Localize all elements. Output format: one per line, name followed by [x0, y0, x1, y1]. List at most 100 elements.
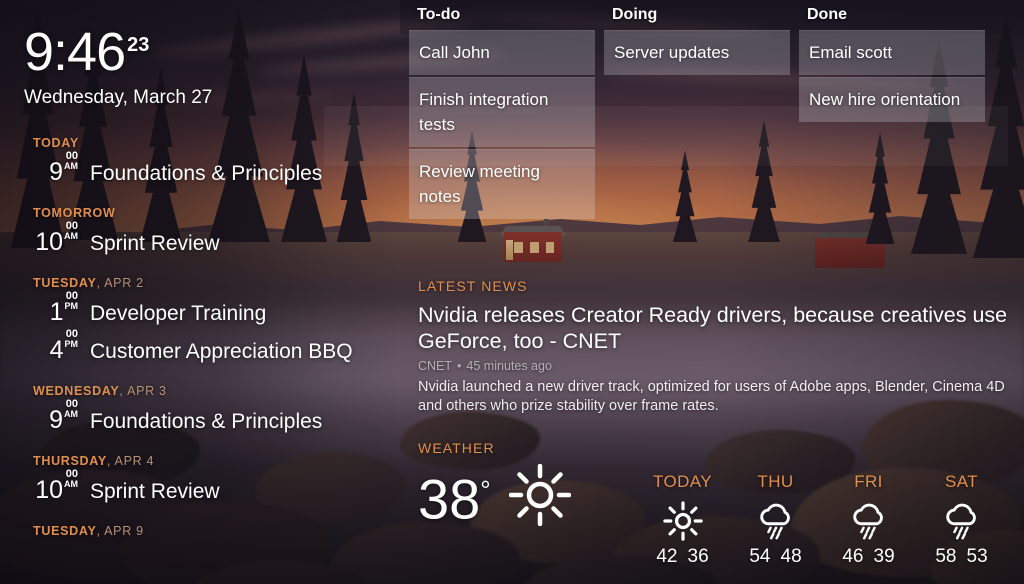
agenda-day-group: TUESDAY, APR 9	[0, 516, 400, 544]
clock-widget: 9:46 23 Wednesday, March 27	[24, 18, 212, 109]
weather-current-temp: 38°	[418, 462, 491, 528]
agenda-day-name: TOMORROW	[33, 206, 116, 220]
weather-low: 48	[780, 546, 802, 567]
weather-day-name: THU	[757, 472, 794, 491]
kanban-card[interactable]: Review meeting notes	[409, 149, 595, 219]
agenda-event-ampm: AM	[64, 409, 78, 419]
news-widget[interactable]: LATEST NEWS Nvidia releases Creator Read…	[418, 278, 1008, 416]
agenda-event-minutes: 00	[65, 328, 78, 340]
agenda-event-minutes-ampm: 00 AM	[64, 468, 78, 490]
agenda-day-group: TOMORROW 10 00 AM Sprint Review	[0, 198, 400, 264]
agenda-day-group: WEDNESDAY, APR 3 9 00 AM Foundations & Princ…	[0, 376, 400, 442]
agenda-event-minutes: 00	[65, 290, 78, 302]
agenda-event-title: Foundations & Principles	[90, 410, 323, 433]
clock-time: 9:46 23	[24, 18, 212, 79]
agenda-event-time: 9 00 AM	[0, 399, 78, 435]
agenda-event[interactable]: 10 00 AM Sprint Review	[0, 469, 400, 512]
kanban-column: Done Email scott New hire orientation	[799, 6, 985, 221]
agenda-event-title: Sprint Review	[90, 480, 220, 503]
agenda-event-hour: 1	[49, 298, 64, 326]
agenda-event[interactable]: 10 00 AM Sprint Review	[0, 221, 400, 264]
kanban-card[interactable]: New hire orientation	[799, 77, 985, 122]
weather-low: 39	[873, 546, 895, 567]
agenda-event-ampm: PM	[64, 301, 79, 311]
agenda-event-minutes: 00	[65, 220, 78, 232]
weather-high: 54	[749, 546, 771, 567]
weather-current-value: 38	[418, 467, 481, 531]
agenda-event-title: Foundations & Principles	[90, 162, 323, 185]
agenda-event-hour: 10	[35, 228, 63, 256]
kanban-column-title: Done	[807, 6, 847, 23]
weather-section-label: WEATHER	[418, 440, 495, 456]
agenda-event-time: 4 00 PM	[0, 329, 79, 365]
agenda-day-name: WEDNESDAY	[33, 384, 120, 398]
agenda-day-header: TUESDAY, APR 9	[0, 516, 400, 544]
agenda-event-time: 9 00 AM	[0, 151, 78, 187]
agenda-event-minutes-ampm: 00 AM	[64, 150, 78, 172]
agenda-day-header: TUESDAY, APR 2	[0, 268, 400, 296]
agenda-event[interactable]: 9 00 AM Foundations & Principles	[0, 151, 400, 194]
news-source: CNET	[418, 359, 453, 373]
weather-high-low: 58 53	[915, 546, 1008, 568]
rain-icon	[754, 499, 798, 543]
agenda-event-title: Customer Appreciation BBQ	[90, 340, 353, 363]
kanban-board[interactable]: To-do Call John Finish integration tests Re…	[409, 6, 1009, 221]
agenda-event-minutes: 00	[65, 398, 78, 410]
weather-day-name: SAT	[944, 472, 978, 491]
kanban-card[interactable]: Finish integration tests	[409, 77, 595, 147]
agenda-event-minutes: 00	[65, 468, 78, 480]
kanban-card[interactable]: Email scott	[799, 30, 985, 75]
agenda-event[interactable]: 4 00 PM Customer Appreciation BBQ	[0, 329, 400, 372]
clock-seconds: 23	[127, 34, 150, 56]
agenda-day-date: , APR 2	[96, 276, 144, 290]
agenda-day-group: TUESDAY, APR 2 1 00 PM Developer Training 4 00…	[0, 268, 400, 372]
news-age: 45 minutes ago	[466, 359, 552, 373]
weather-high: 46	[842, 546, 864, 567]
agenda-event-minutes: 00	[65, 150, 78, 162]
agenda-day-date: , APR 4	[106, 454, 155, 468]
agenda-event[interactable]: 9 00 AM Foundations & Principles	[0, 399, 400, 442]
agenda-event-ampm: PM	[64, 339, 79, 349]
news-meta: CNET • 45 minutes ago	[418, 359, 1008, 373]
weather-forecast-row: TODAY 42 36 THU 54 48 FRI 46 39 SAT 58 53	[636, 472, 1008, 568]
sun-icon	[662, 501, 703, 541]
agenda-event-ampm: AM	[64, 231, 78, 241]
kanban-column: Doing Server updates	[604, 6, 790, 221]
kanban-column-title: Doing	[612, 6, 658, 23]
clock-date: Wednesday, March 27	[24, 87, 213, 108]
sun-icon	[508, 463, 571, 526]
weather-widget[interactable]: WEATHER 38° TODAY 42 36 THU 54 48 FRI 46…	[418, 440, 1018, 567]
weather-high-low: 54 48	[729, 546, 822, 568]
kanban-card[interactable]: Server updates	[604, 30, 790, 75]
agenda-event-time: 1 00 PM	[0, 291, 78, 327]
agenda-day-group: THURSDAY, APR 4 10 00 AM Sprint Review	[0, 446, 400, 512]
desktop-dashboard: 9:46 23 Wednesday, March 27 TODAY 9 00 AM Fou…	[0, 0, 1024, 584]
agenda-event-title: Developer Training	[90, 302, 267, 325]
degree-icon: °	[480, 475, 491, 505]
weather-high: 58	[935, 546, 957, 567]
agenda-event-hour: 4	[49, 336, 64, 364]
agenda-day-header: TODAY	[0, 128, 400, 156]
agenda-event-time: 10 00 AM	[0, 469, 78, 505]
weather-day-name: TODAY	[653, 472, 712, 491]
agenda-day-header: TOMORROW	[0, 198, 400, 226]
agenda-day-name: TUESDAY	[33, 276, 97, 290]
agenda-event[interactable]: 1 00 PM Developer Training	[0, 291, 400, 334]
news-section-label: LATEST NEWS	[418, 278, 528, 294]
agenda-day-header: WEDNESDAY, APR 3	[0, 376, 400, 404]
agenda-event-minutes-ampm: 00 AM	[64, 398, 78, 420]
weather-day-name: FRI	[854, 472, 883, 491]
agenda-event-ampm: AM	[64, 479, 78, 489]
news-headline[interactable]: Nvidia releases Creator Ready drivers, b…	[418, 302, 1008, 354]
kanban-card[interactable]: Call John	[409, 30, 595, 75]
weather-high-low: 42 36	[636, 546, 729, 568]
kanban-column-title: To-do	[417, 6, 461, 23]
agenda-day-date: , APR 3	[119, 384, 167, 398]
weather-forecast-day: TODAY 42 36	[636, 472, 729, 568]
agenda-day-group: TODAY 9 00 AM Foundations & Principles	[0, 128, 400, 194]
kanban-column: To-do Call John Finish integration tests Re…	[409, 6, 595, 221]
weather-high: 42	[656, 546, 678, 567]
agenda-event-hour: 9	[49, 406, 63, 434]
weather-high-low: 46 39	[822, 546, 915, 568]
agenda-event-minutes-ampm: 00 PM	[64, 290, 79, 312]
